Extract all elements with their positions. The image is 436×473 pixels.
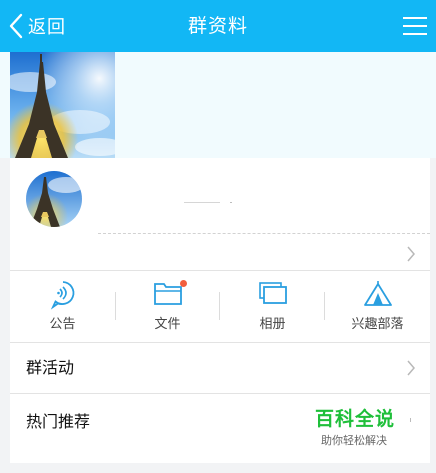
shortcut-files[interactable]: 文件	[115, 270, 220, 342]
new-file-badge	[180, 280, 187, 287]
chevron-right-icon	[407, 246, 415, 262]
hot-recommend-section: 热门推荐 百科全说 助你轻松解决	[10, 394, 430, 463]
eiffel-tower-image	[10, 52, 115, 158]
promo-title: 百科全说	[315, 408, 396, 430]
eiffel-tower-avatar-image	[26, 171, 82, 227]
hamburger-icon[interactable]	[402, 13, 428, 39]
shortcut-interest-tribe[interactable]: 兴趣部落	[325, 270, 430, 342]
dashed-divider	[98, 233, 430, 234]
announcement-icon	[50, 281, 74, 310]
group-header[interactable]	[10, 158, 430, 270]
cover-photo[interactable]	[10, 52, 115, 158]
group-cover	[0, 52, 436, 158]
shortcut-label: 兴趣部落	[351, 317, 404, 332]
shortcut-announcement[interactable]: 公告	[10, 270, 115, 342]
chevron-right-icon	[407, 360, 415, 376]
hot-recommend-label: 热门推荐	[26, 412, 91, 431]
folder-icon	[153, 283, 182, 305]
promo-marker	[410, 418, 411, 422]
tent-icon	[363, 281, 392, 306]
album-icon	[258, 282, 287, 304]
group-name-dot	[230, 202, 232, 203]
group-avatar[interactable]	[26, 171, 82, 227]
shortcut-album[interactable]: 相册	[220, 270, 325, 342]
promo-subtitle: 助你轻松解决	[321, 434, 387, 447]
group-info-card: 公告 文件 相册 兴趣部落 群活动 热门推荐 百科全说 助你轻松解决	[10, 158, 430, 463]
top-nav-bar: 返回 群资料	[0, 0, 436, 52]
shortcut-label: 公告	[49, 317, 76, 332]
shortcut-bar: 公告 文件 相册 兴趣部落	[10, 270, 430, 342]
group-name-placeholder	[184, 202, 220, 203]
group-activity-row[interactable]: 群活动	[10, 343, 430, 393]
shortcut-label: 文件	[154, 317, 181, 332]
group-activity-label: 群活动	[26, 358, 75, 377]
page-title: 群资料	[187, 15, 248, 37]
promo-baike[interactable]: 百科全说 助你轻松解决	[315, 404, 405, 448]
shortcut-label: 相册	[259, 317, 286, 332]
